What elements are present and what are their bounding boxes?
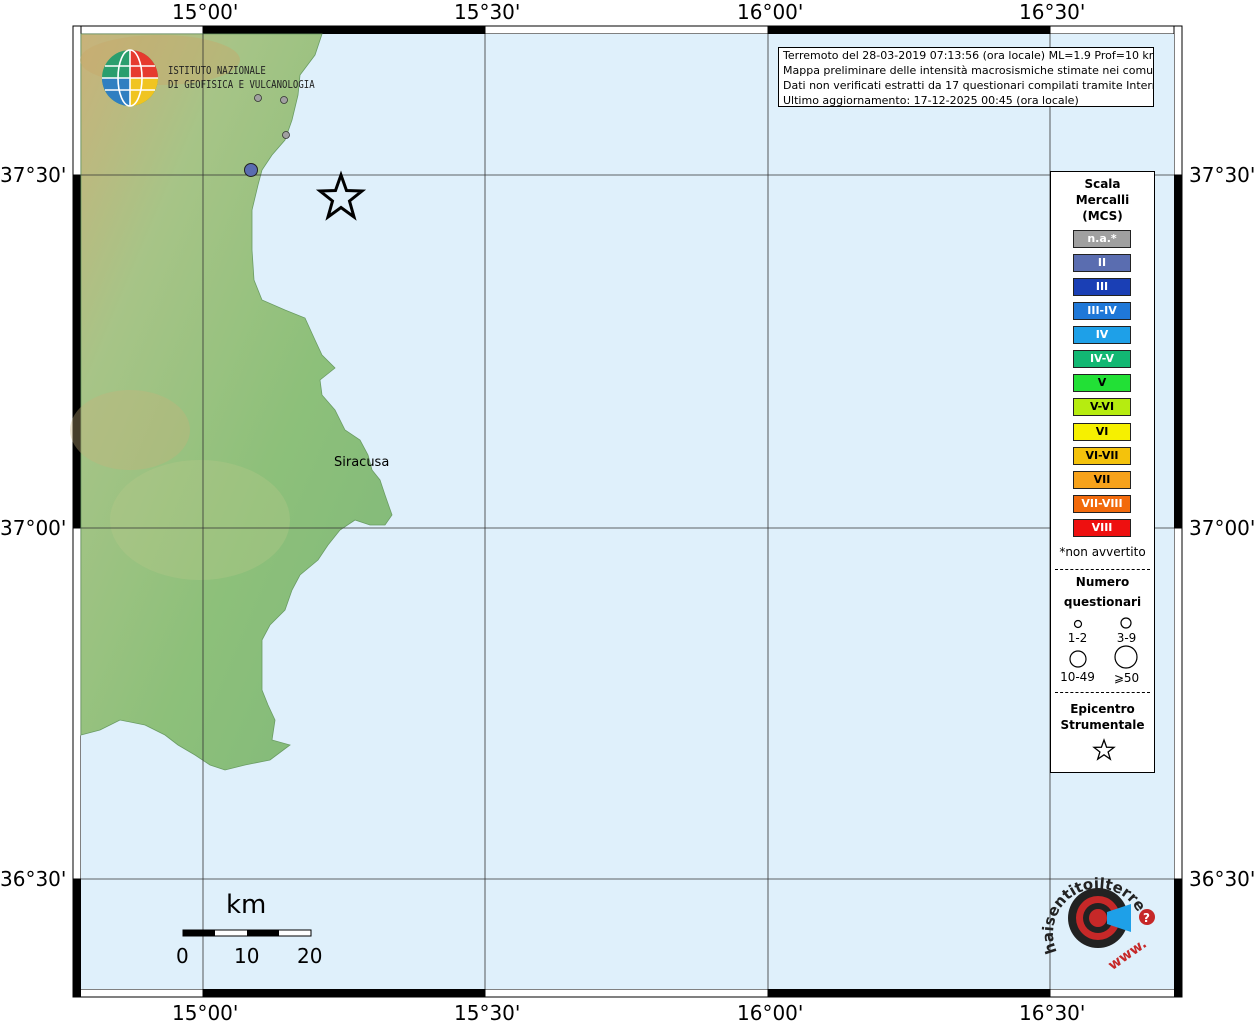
tick-top: 15°00' [172,0,239,24]
tick-right: 37°00' [1189,516,1255,540]
tick-right: 36°30' [1189,867,1255,891]
legend-swatch: V-VI [1073,398,1131,416]
legend-divider [1055,692,1150,693]
tick-bottom: 15°30' [454,1001,521,1025]
count-circle-small [1073,619,1083,629]
tick-bottom: 15°00' [172,1001,239,1025]
map[interactable]: 15°00' 15°30' 16°00' 16°30' 15°00' 15°30… [0,0,1255,1025]
event-info-box: Terremoto del 28-03-2019 07:13:56 (ora l… [778,47,1154,107]
legend-swatch: VIII [1073,519,1131,537]
count-label: 3-9 [1116,631,1137,645]
legend-swatch: VI-VII [1073,447,1131,465]
tick-right: 37°30' [1189,163,1255,187]
hsit-logo-graphic: haisentitoilterremoto.it ? www. [1035,860,1155,974]
scale-bar-label: 10 [234,944,260,968]
tick-left: 36°30' [0,867,67,891]
legend-count-title: questionari [1063,595,1142,609]
count-label: ⩾50 [1113,671,1140,685]
legend-swatch: VII [1073,471,1131,489]
scale-bar-label: 0 [176,944,189,968]
legend-title: Scala [1084,177,1121,191]
ingv-logo-line2: DI GEOFISICA E VULCANOLOGIA [168,78,315,91]
legend-swatch: IV [1073,326,1131,344]
macroseismic-point-ii [244,163,258,177]
tick-bottom: 16°00' [737,1001,804,1025]
event-info-line: Ultimo aggiornamento: 17-12-2025 00:45 (… [783,94,1079,107]
scale-bar-unit: km [226,890,267,920]
legend: Scala Mercalli (MCS) n.a.* II III III-IV… [1050,171,1155,773]
epicenter-star-icon [1092,738,1116,761]
tick-top: 16°30' [1019,0,1086,24]
count-circle-xlarge [1114,645,1138,669]
scale-bar-graphic [182,929,312,937]
scale-bar: km 0 10 20 [170,890,330,970]
ingv-logo-line1: ISTITUTO NAZIONALE [168,64,266,77]
tick-left: 37°00' [0,516,67,540]
legend-swatch: VI [1073,423,1131,441]
tick-bottom: 16°30' [1019,1001,1086,1025]
legend-count-title: Numero [1075,575,1130,589]
legend-epicenter-title: Epicentro [1070,702,1135,716]
tick-top: 15°30' [454,0,521,24]
legend-swatch: III [1073,278,1131,296]
legend-epicenter-title: Strumentale [1060,718,1145,732]
count-circle-large [1069,650,1087,668]
legend-title: Mercalli [1075,193,1130,207]
tick-top: 16°00' [737,0,804,24]
count-label: 10-49 [1060,670,1095,684]
hsit-logo: haisentitoilterremoto.it ? www. [1035,860,1165,980]
ingv-logo: ISTITUTO NAZIONALE DI GEOFISICA E VULCAN… [100,48,320,108]
legend-swatch: III-IV [1073,302,1131,320]
city-label-siracusa: Siracusa [334,455,390,470]
legend-swatch: V [1073,374,1131,392]
event-info-line: Dati non verificati estratti da 17 quest… [783,79,1154,92]
legend-swatch: n.a.* [1073,230,1131,248]
scale-bar-label: 20 [297,944,323,968]
tick-left: 37°30' [0,163,67,187]
event-info-line: Terremoto del 28-03-2019 07:13:56 (ora l… [783,49,1154,62]
globe-icon [102,49,158,107]
legend-divider [1055,569,1150,570]
macroseismic-point [282,131,290,139]
event-info-line: Mappa preliminare delle intensità macros… [783,64,1154,77]
count-label: 1-2 [1067,631,1088,645]
legend-swatch: IV-V [1073,350,1131,368]
legend-swatch: II [1073,254,1131,272]
legend-not-felt: *non avvertito [1059,545,1146,559]
count-circle-medium [1120,617,1132,629]
legend-swatch: VII-VIII [1073,495,1131,513]
hsit-question-mark: ? [1143,911,1150,925]
legend-title: (MCS) [1082,209,1123,223]
